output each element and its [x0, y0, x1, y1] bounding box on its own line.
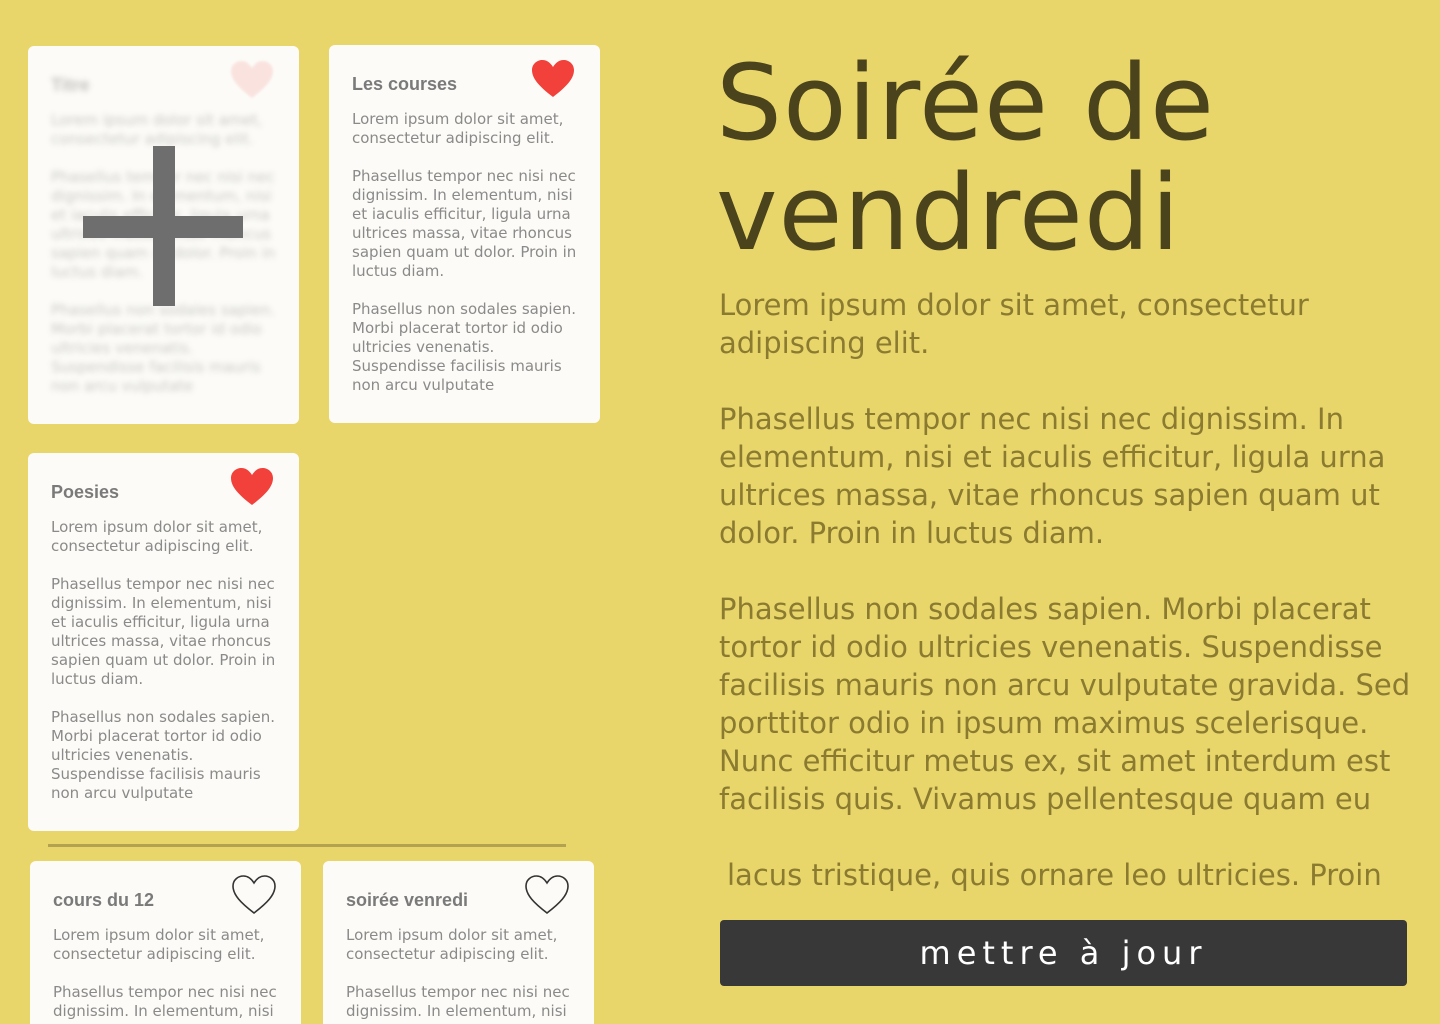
note-paragraph: Phasellus tempor nec nisi nec dignissim.… — [719, 402, 1386, 550]
heart-filled-icon[interactable] — [530, 59, 576, 99]
card-paragraph: Phasellus tempor nec nisi nec dignissim.… — [53, 983, 277, 1020]
note-body[interactable]: Lorem ipsum dolor sit amet, consectetur … — [719, 286, 1419, 856]
card-paragraph: Phasellus non sodales sapien. Morbi plac… — [352, 300, 577, 394]
add-note-plus-icon[interactable] — [83, 146, 243, 306]
card-body: Lorem ipsum dolor sit amet, consectetur … — [352, 110, 577, 395]
new-note-card[interactable]: Titre Lorem ipsum dolor sit amet, consec… — [28, 46, 299, 424]
heart-outline-icon[interactable] — [524, 875, 570, 915]
note-paragraph: Lorem ipsum dolor sit amet, consectetur … — [719, 288, 1309, 360]
note-paragraph: Phasellus non sodales sapien. Morbi plac… — [719, 592, 1411, 816]
heart-icon — [231, 61, 273, 98]
card-body: Lorem ipsum dolor sit amet, consectetur … — [53, 926, 278, 1021]
note-title[interactable]: Soirée de vendredi — [716, 48, 1416, 268]
card-paragraph: Phasellus tempor nec nisi nec dignissim.… — [346, 983, 570, 1020]
card-paragraph: Phasellus tempor nec nisi nec dignissim.… — [352, 167, 577, 280]
note-card-les-courses[interactable]: Les courses Lorem ipsum dolor sit amet, … — [329, 45, 600, 423]
section-divider — [48, 844, 566, 847]
card-body: Lorem ipsum dolor sit amet, consectetur … — [346, 926, 571, 1021]
heart-outline-icon[interactable] — [231, 875, 277, 915]
card-paragraph: Phasellus non sodales sapien. Morbi plac… — [51, 301, 276, 395]
notes-app: Titre Lorem ipsum dolor sit amet, consec… — [0, 0, 1440, 1024]
card-paragraph: Phasellus tempor nec nisi nec dignissim.… — [51, 575, 276, 688]
card-paragraph: Lorem ipsum dolor sit amet, consectetur … — [346, 926, 558, 963]
note-paragraph-continued[interactable]: lacus tristique, quis ornare leo ultrici… — [727, 856, 1427, 894]
card-paragraph: Lorem ipsum dolor sit amet, consectetur … — [352, 110, 564, 147]
update-button[interactable]: mettre à jour — [720, 920, 1407, 986]
note-card-cours-du-12[interactable]: cours du 12 Lorem ipsum dolor sit amet, … — [30, 861, 301, 1024]
card-body: Lorem ipsum dolor sit amet, consectetur … — [51, 518, 276, 803]
card-paragraph: Phasellus non sodales sapien. Morbi plac… — [51, 708, 276, 802]
note-card-poesies[interactable]: Poesies Lorem ipsum dolor sit amet, cons… — [28, 453, 299, 831]
card-paragraph: Lorem ipsum dolor sit amet, consectetur … — [51, 518, 263, 555]
card-paragraph: Lorem ipsum dolor sit amet, consectetur … — [51, 111, 263, 148]
note-card-soiree-venredi[interactable]: soirée venredi Lorem ipsum dolor sit ame… — [323, 861, 594, 1024]
card-paragraph: Lorem ipsum dolor sit amet, consectetur … — [53, 926, 265, 963]
heart-filled-icon[interactable] — [229, 467, 275, 507]
